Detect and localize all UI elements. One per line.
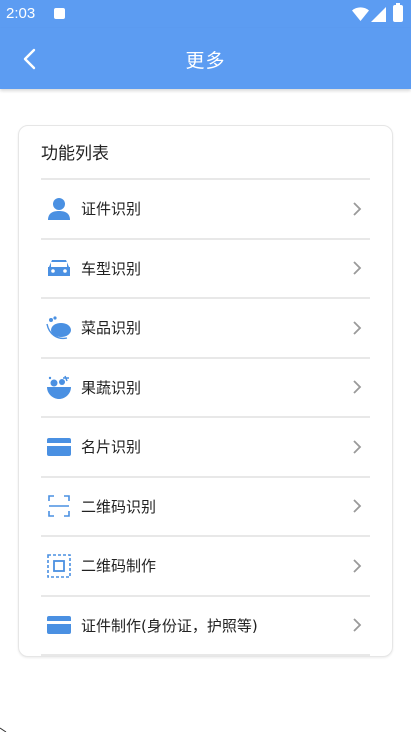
- feature-list-card: 功能列表 证件识别 车型识别 菜品识别 果蔬识别 名片识别 二维码识别 二维码制…: [18, 125, 393, 657]
- chevron-right-icon: [353, 380, 362, 394]
- list-item-id-generate[interactable]: 证件制作(身份证，护照等): [41, 597, 370, 656]
- feature-list: 证件识别 车型识别 菜品识别 果蔬识别 名片识别 二维码识别 二维码制作 证件制…: [41, 180, 370, 656]
- status-bar: 2:03: [0, 0, 411, 28]
- signal-icon: [371, 7, 386, 22]
- chevron-right-icon: [353, 202, 362, 216]
- list-item-label: 证件识别: [81, 200, 142, 219]
- list-item-dish-recognition[interactable]: 菜品识别: [41, 299, 370, 359]
- person-icon: [48, 197, 70, 220]
- list-item-label: 车型识别: [81, 259, 142, 278]
- list-item-label: 菜品识别: [81, 319, 142, 338]
- qr-make-icon: [47, 553, 71, 578]
- chevron-right-icon: [353, 618, 362, 632]
- list-item-fruit-recognition[interactable]: 果蔬识别: [41, 359, 370, 418]
- list-item-id-recognition[interactable]: 证件识别: [41, 180, 370, 240]
- battery-icon: [393, 3, 403, 22]
- list-item-car-recognition[interactable]: 车型识别: [41, 240, 370, 299]
- page-title: 更多: [185, 50, 226, 72]
- list-item-label: 名片识别: [81, 438, 142, 457]
- car-icon: [48, 260, 70, 277]
- list-item-business-card-recognition[interactable]: 名片识别: [41, 418, 370, 478]
- dish-icon: [46, 316, 71, 339]
- list-item-label: 证件制作(身份证，护照等): [81, 616, 258, 635]
- chevron-right-icon: [353, 321, 362, 335]
- list-item-qr-generate[interactable]: 二维码制作: [41, 537, 370, 597]
- corner-mark: [0, 727, 7, 732]
- app-bar: 更多: [0, 28, 411, 89]
- list-item-label: 二维码制作: [81, 557, 157, 576]
- card-title: 功能列表: [41, 144, 109, 164]
- wifi-icon: [352, 7, 369, 21]
- fruit-bowl-icon: [47, 375, 71, 400]
- qr-scan-icon: [48, 495, 70, 518]
- status-time: 2:03: [6, 5, 36, 22]
- list-item-label: 二维码识别: [81, 497, 157, 516]
- chevron-right-icon: [353, 499, 362, 513]
- chevron-right-icon: [353, 559, 362, 573]
- list-item-label: 果蔬识别: [81, 378, 142, 397]
- notification-icon: [54, 8, 65, 19]
- list-item-qr-recognition[interactable]: 二维码识别: [41, 478, 370, 537]
- chevron-right-icon: [353, 261, 362, 275]
- chevron-right-icon: [353, 440, 362, 454]
- id-card-icon: [47, 616, 71, 635]
- business-card-icon: [47, 437, 71, 456]
